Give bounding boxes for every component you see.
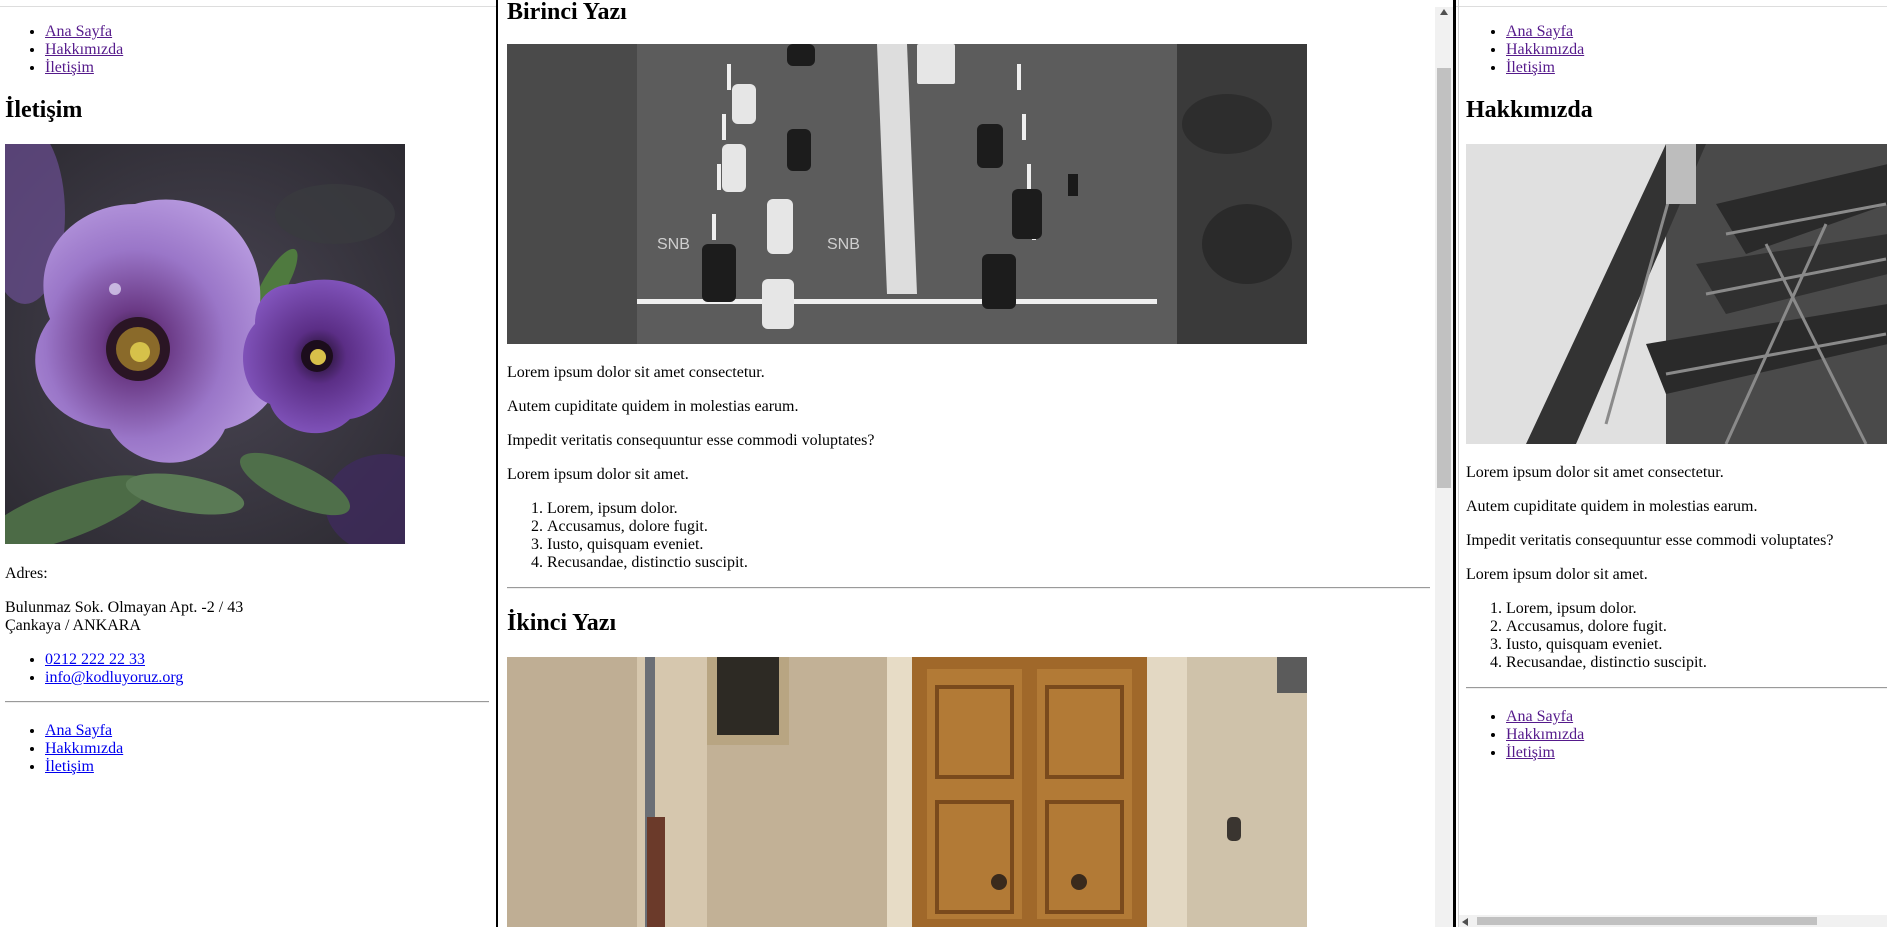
post-1-paragraph-4: Lorem ipsum dolor sit amet. [507,466,689,483]
post-1-paragraph-1: Lorem ipsum dolor sit amet consectetur. [507,364,765,381]
phone-link[interactable]: 0212 222 22 33 [45,651,145,668]
nav-item-contact: İletişim [1506,59,1584,77]
list-item: Recusandae, distinctio suscipit. [547,554,748,572]
address-line-1: Bulunmaz Sok. Olmayan Apt. -2 / 43 [5,599,244,616]
footer-nav: Ana Sayfa Hakkımızda İletişim [1466,708,1584,762]
footer-link-home[interactable]: Ana Sayfa [45,722,112,739]
footer-nav: Ana Sayfa Hakkımızda İletişim [5,722,123,776]
email-link[interactable]: info@kodluyoruz.org [45,669,183,686]
street-image: SNB SNB [507,44,1307,344]
paragraph-2: Autem cupiditate quidem in molestias ear… [1466,498,1758,515]
list-item: Accusamus, dolore fugit. [1506,618,1707,636]
horizontal-scrollbar-thumb[interactable] [1477,917,1817,925]
address-label: Adres: [5,565,48,582]
nav-item-home: Ana Sayfa [1506,23,1584,41]
vertical-scrollbar-thumb[interactable] [1437,68,1451,488]
list-item: Iusto, quisquam eveniet. [547,536,748,554]
content-list: Lorem, ipsum dolor. Accusamus, dolore fu… [1466,600,1707,672]
divider [1466,687,1887,689]
nav-item-about: Hakkımızda [45,41,123,59]
post-1-paragraph-2: Autem cupiditate quidem in molestias ear… [507,398,799,415]
footer-nav-item-contact: İletişim [45,758,123,776]
nav-link-about[interactable]: Hakkımızda [1506,41,1584,58]
post-1-paragraph-3: Impedit veritatis consequuntur esse comm… [507,432,875,449]
post-divider [507,587,1430,589]
top-nav: Ana Sayfa Hakkımızda İletişim [1466,23,1584,77]
nav-item-home: Ana Sayfa [45,23,123,41]
scroll-left-arrow-icon[interactable] [1462,918,1468,926]
footer-nav-item-contact: İletişim [1506,744,1584,762]
paragraph-3: Impedit veritatis consequuntur esse comm… [1466,532,1834,549]
flower-image [5,144,405,544]
page-title: Hakkımızda [1466,97,1593,123]
footer-nav-item-home: Ana Sayfa [1506,708,1584,726]
paragraph-1: Lorem ipsum dolor sit amet consectetur. [1466,464,1724,481]
post-1-list: Lorem, ipsum dolor. Accusamus, dolore fu… [507,500,748,572]
vertical-scrollbar[interactable] [1435,7,1453,927]
footer-nav-item-about: Hakkımızda [1506,726,1584,744]
contact-page-pane: Ana Sayfa Hakkımızda İletişim İletişim [0,0,496,927]
nav-item-about: Hakkımızda [1506,41,1584,59]
contact-item-email: info@kodluyoruz.org [45,669,183,687]
contact-list: 0212 222 22 33 info@kodluyoruz.org [5,651,183,687]
nav-link-home[interactable]: Ana Sayfa [45,23,112,40]
nav-link-contact[interactable]: İletişim [1506,59,1555,76]
svg-text:SNB: SNB [657,236,690,253]
scroll-up-arrow-icon[interactable] [1440,9,1448,15]
footer-link-about[interactable]: Hakkımızda [1506,726,1584,743]
nav-link-about[interactable]: Hakkımızda [45,41,123,58]
tower-image [1466,144,1887,444]
footer-nav-item-about: Hakkımızda [45,740,123,758]
footer-link-contact[interactable]: İletişim [1506,744,1555,761]
page-title: İletişim [5,97,83,123]
home-page-pane: Birinci Yazı SNB SNB Lorem ipsum dolor s… [496,0,1456,927]
about-page-pane: Ana Sayfa Hakkımızda İletişim Hakkımızda… [1458,0,1887,927]
nav-link-contact[interactable]: İletişim [45,59,94,76]
door-image [507,657,1307,927]
horizontal-scrollbar[interactable] [1459,915,1887,927]
nav-link-home[interactable]: Ana Sayfa [1506,23,1573,40]
post-1-title: Birinci Yazı [507,0,627,25]
list-item: Accusamus, dolore fugit. [547,518,748,536]
footer-link-about[interactable]: Hakkımızda [45,740,123,757]
list-item: Lorem, ipsum dolor. [1506,600,1707,618]
svg-text:SNB: SNB [827,236,860,253]
list-item: Recusandae, distinctio suscipit. [1506,654,1707,672]
top-nav: Ana Sayfa Hakkımızda İletişim [5,23,123,77]
contact-item-phone: 0212 222 22 33 [45,651,183,669]
footer-link-contact[interactable]: İletişim [45,758,94,775]
footer-nav-item-home: Ana Sayfa [45,722,123,740]
divider [5,701,489,703]
paragraph-4: Lorem ipsum dolor sit amet. [1466,566,1648,583]
list-item: Iusto, quisquam eveniet. [1506,636,1707,654]
nav-item-contact: İletişim [45,59,123,77]
list-item: Lorem, ipsum dolor. [547,500,748,518]
post-2-title: İkinci Yazı [507,610,617,636]
address-line-2: Çankaya / ANKARA [5,617,141,634]
footer-link-home[interactable]: Ana Sayfa [1506,708,1573,725]
